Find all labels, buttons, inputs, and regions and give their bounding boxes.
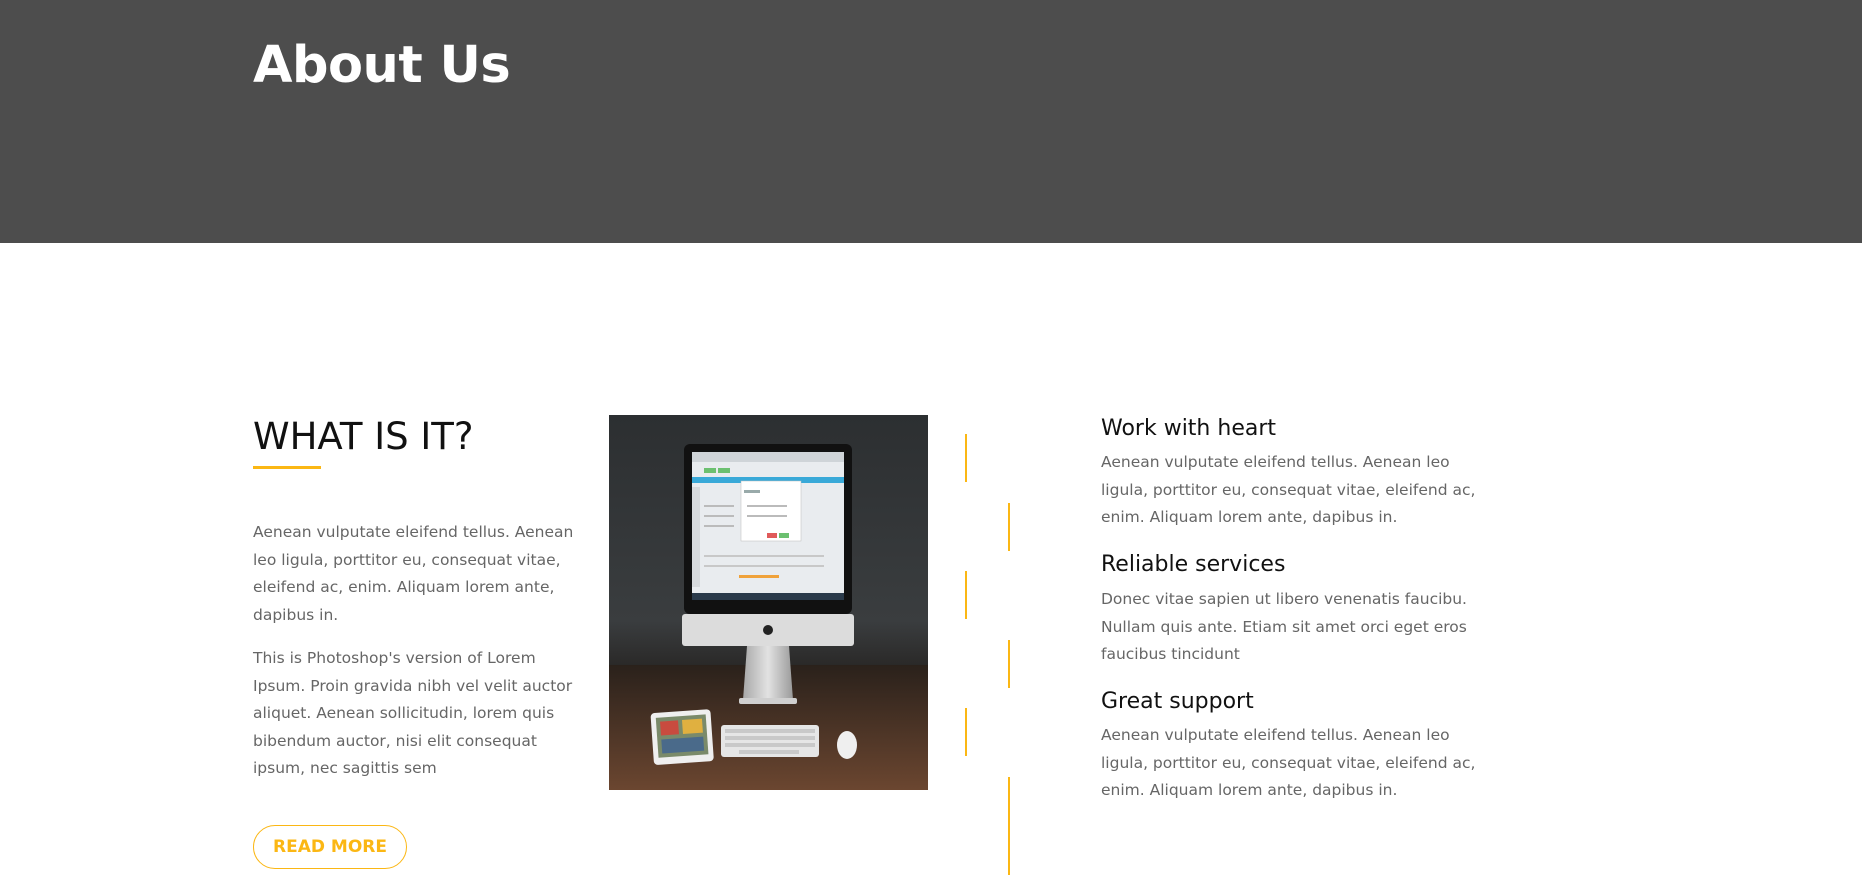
decorative-line xyxy=(1008,503,1010,551)
read-more-button[interactable]: READ MORE xyxy=(253,825,407,869)
title-underline xyxy=(253,466,321,469)
decorative-line xyxy=(965,571,967,619)
feature-text-great-support: Aenean vulputate eleifend tellus. Aenean… xyxy=(1101,726,1476,799)
feature-title-reliable-services: Reliable services xyxy=(1101,552,1286,577)
desktop-computer-image xyxy=(609,415,928,790)
section-title: WHAT IS IT? xyxy=(253,415,474,458)
feature-title-great-support: Great support xyxy=(1101,689,1254,714)
decorative-line xyxy=(965,434,967,482)
feature-text-work-with-heart: Aenean vulputate eleifend tellus. Aenean… xyxy=(1101,453,1476,526)
feature-text-reliable-services: Donec vitae sapien ut libero venenatis f… xyxy=(1101,590,1467,663)
page-title: About Us xyxy=(253,36,511,95)
about-paragraph-1: Aenean vulputate eleifend tellus. Aenean… xyxy=(253,523,574,624)
page-header-banner: About Us xyxy=(0,0,1862,243)
feature-title-work-with-heart: Work with heart xyxy=(1101,416,1277,441)
desktop-computer-illustration xyxy=(609,415,928,790)
decorative-line xyxy=(1008,640,1010,688)
about-paragraph-2: This is Photoshop's version of Lorem Ips… xyxy=(253,649,573,777)
decorative-line xyxy=(965,708,967,756)
decorative-line xyxy=(1008,777,1010,875)
